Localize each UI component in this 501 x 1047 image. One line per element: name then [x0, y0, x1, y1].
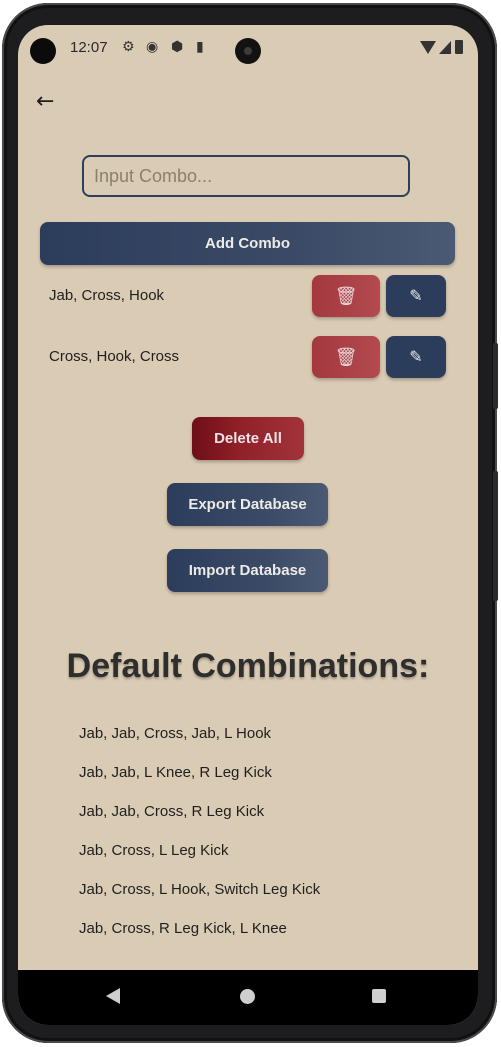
list-item: Jab, Jab, L Knee, R Leg Kick: [79, 764, 272, 781]
settings-icon: ⚙: [122, 39, 135, 55]
import-database-button[interactable]: Import Database: [167, 549, 328, 592]
phone-frame: 12:07 ⚙ ◉ ⬢ ▮ ← Add Combo Jab, Cross, Ho…: [2, 3, 498, 1043]
front-camera: [30, 38, 56, 64]
status-bar: 12:07 ⚙ ◉ ⬢ ▮: [18, 25, 478, 71]
list-item: Jab, Cross, L Leg Kick: [79, 842, 229, 859]
edit-combo-button[interactable]: ✎: [386, 275, 446, 317]
volume-button: [493, 471, 498, 601]
list-item: Jab, Jab, Cross, R Leg Kick: [79, 803, 265, 820]
sd-card-icon: ▮: [196, 39, 204, 55]
system-nav-bar: [18, 970, 478, 1025]
app-screen: 12:07 ⚙ ◉ ⬢ ▮ ← Add Combo Jab, Cross, Ho…: [18, 25, 478, 1025]
wifi-icon: [420, 41, 436, 54]
pencil-icon: ✎: [409, 288, 423, 305]
combo-row: Jab, Cross, Hook 🗑 ✎: [18, 275, 478, 319]
delete-combo-button[interactable]: 🗑: [312, 275, 380, 317]
export-database-button[interactable]: Export Database: [167, 483, 328, 526]
nav-home-icon[interactable]: [240, 989, 255, 1004]
list-item: Jab, Cross, R Leg Kick, L Knee: [79, 920, 287, 937]
add-combo-button[interactable]: Add Combo: [40, 222, 455, 265]
combo-input[interactable]: [82, 155, 410, 197]
cellular-icon: [439, 41, 451, 54]
pencil-icon: ✎: [409, 349, 423, 366]
status-time: 12:07: [70, 39, 108, 56]
combo-text: Cross, Hook, Cross: [49, 348, 180, 365]
default-combinations-heading: Default Combinations:: [66, 647, 430, 685]
app-icon: ◉: [146, 39, 159, 55]
delete-combo-button[interactable]: 🗑: [312, 336, 380, 378]
camera-icon: [235, 38, 261, 64]
nav-back-icon[interactable]: [106, 988, 120, 1004]
trash-icon: 🗑: [334, 346, 358, 367]
delete-all-button[interactable]: Delete All: [192, 417, 304, 460]
trash-icon: 🗑: [334, 285, 358, 306]
power-button: [493, 343, 498, 409]
list-item: Jab, Cross, L Hook, Switch Leg Kick: [79, 881, 321, 898]
edit-combo-button[interactable]: ✎: [386, 336, 446, 378]
combo-text: Jab, Cross, Hook: [49, 287, 165, 304]
list-item: Jab, Jab, Cross, Jab, L Hook: [79, 725, 272, 742]
combo-row: Cross, Hook, Cross 🗑 ✎: [18, 336, 478, 380]
shield-icon: ⬢: [171, 39, 184, 55]
default-combinations-list: Jab, Jab, Cross, Jab, L Hook Jab, Jab, L…: [79, 725, 320, 959]
arrow-left-icon[interactable]: ←: [36, 89, 62, 115]
nav-recents-icon[interactable]: [372, 989, 386, 1003]
battery-icon: [455, 40, 463, 54]
